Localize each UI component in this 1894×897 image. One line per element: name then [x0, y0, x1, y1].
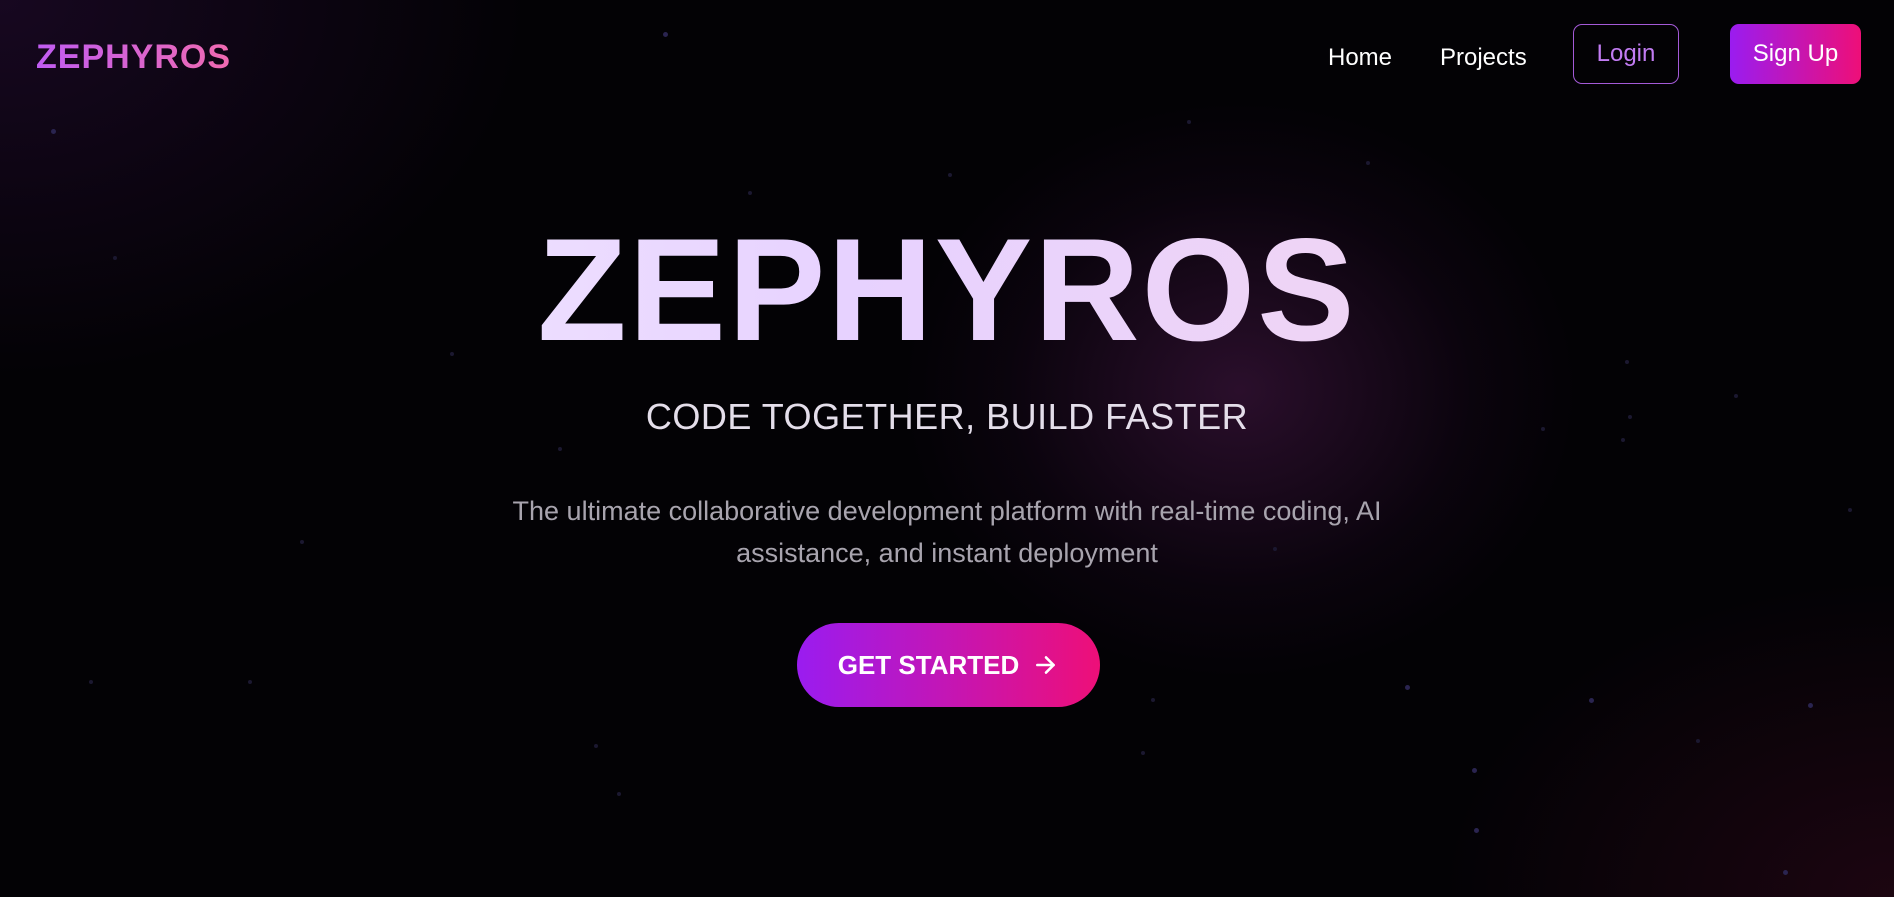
star-dot	[1366, 161, 1370, 165]
star-dot	[1696, 739, 1700, 743]
star-dot	[1808, 703, 1813, 708]
star-dot	[617, 792, 621, 796]
nav-home-link[interactable]: Home	[1328, 44, 1392, 72]
star-dot	[51, 129, 56, 134]
login-button[interactable]: Login	[1573, 24, 1679, 84]
hero-tagline: CODE TOGETHER, BUILD FASTER	[645, 396, 1249, 437]
star-dot	[248, 680, 252, 684]
star-dot	[948, 173, 952, 177]
star-dot	[1783, 870, 1788, 875]
star-dot	[558, 447, 562, 451]
signup-button[interactable]: Sign Up	[1730, 24, 1861, 84]
star-dot	[1621, 438, 1625, 442]
star-dot	[748, 191, 752, 195]
star-dot	[1472, 768, 1477, 773]
star-dot	[1474, 828, 1479, 833]
star-dot	[1589, 698, 1594, 703]
get-started-label: GET STARTED	[837, 649, 1020, 680]
star-dot	[1848, 508, 1852, 512]
hero-title: ZEPHYROS	[0, 205, 1894, 375]
star-dot	[1187, 120, 1191, 124]
star-dot	[1151, 698, 1155, 702]
star-dot	[89, 680, 93, 684]
arrow-right-icon	[1033, 652, 1059, 678]
hero-description: The ultimate collaborative development p…	[512, 496, 1382, 568]
star-dot	[594, 744, 598, 748]
top-navigation: ZEPHYROS Home Projects Login Sign Up	[0, 0, 1894, 112]
brand-logo[interactable]: ZEPHYROS	[36, 38, 231, 77]
nav-projects-link[interactable]: Projects	[1440, 44, 1527, 72]
page-background	[0, 0, 1894, 897]
star-dot	[300, 540, 304, 544]
star-dot	[1141, 751, 1145, 755]
get-started-button[interactable]: GET STARTED	[797, 623, 1100, 707]
star-dot	[1405, 685, 1410, 690]
